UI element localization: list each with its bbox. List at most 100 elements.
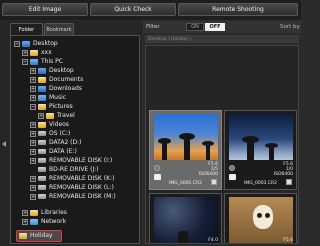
expand-icon[interactable]: + [30,175,36,182]
iso-value: ISO6400 [198,172,218,177]
folder-icon [38,103,46,110]
sort-by-label[interactable]: Sort by [280,24,300,30]
tree-item-label: Libraries [41,209,67,216]
expand-icon[interactable]: + [30,76,36,83]
tree-item-label: DATA2 (D:) [49,139,82,146]
thumbnail-card[interactable]: F5.6 [224,193,297,243]
folder-icon [38,76,46,83]
photo-thumbnail [154,114,218,160]
drive-icon [38,194,46,199]
tree-item-removable-m[interactable]: + REMOVABLE DISK (M:) [30,192,116,201]
tree-item-downloads[interactable]: + Downloads [30,84,82,93]
tree-item-documents[interactable]: + Documents [30,75,83,84]
tree-item-network[interactable]: + Network [22,217,66,226]
tree-silhouette [158,138,171,144]
expand-icon[interactable]: + [30,184,36,191]
tab-folder[interactable]: Folder [10,23,43,35]
collapse-icon[interactable]: − [30,103,36,110]
collapse-panel-arrow-icon[interactable] [2,141,6,147]
expand-icon[interactable]: + [30,193,36,200]
tree-item-libraries[interactable]: + Libraries [22,208,67,217]
folder-icon [19,232,27,239]
edit-image-button[interactable]: Edit Image [2,3,88,16]
tree-item-removable-l[interactable]: + REMOVABLE DISK (L:) [30,183,114,192]
collapse-icon[interactable]: − [22,58,28,65]
expand-icon[interactable]: + [30,130,36,137]
filter-off-button[interactable]: OFF [205,23,225,31]
disc-drive-icon [38,167,46,172]
remote-shooting-button[interactable]: Remote Shooting [178,3,298,16]
expand-icon[interactable]: + [30,139,36,146]
drive-icon [38,176,46,181]
folder-path-bar: Desktop \ Holiday \ [145,35,299,43]
quick-check-button[interactable]: Quick Check [90,3,176,16]
tree-item-pictures[interactable]: − Pictures [30,102,73,111]
expand-icon[interactable]: + [30,67,36,74]
expand-icon[interactable]: + [22,209,28,216]
tree-item-desktop-root[interactable]: − Desktop [14,39,58,48]
expand-icon[interactable]: + [30,157,36,164]
tree-item-travel[interactable]: + Travel [38,111,75,120]
tree-item-label: REMOVABLE DISK (I:) [49,157,113,164]
expand-icon[interactable]: + [30,121,36,128]
thumbnail-card[interactable]: F5.6 1/5 ISO6400 IMG_0001.CR2 [149,110,222,190]
user-folder-icon [30,49,38,56]
thumbnail-grid: F5.6 1/5 ISO6400 IMG_0001.CR2 F5.6 1/0 I… [145,45,299,244]
tree-item-user[interactable]: + xxx [22,48,52,57]
tree-item-desktop[interactable]: + Desktop [30,66,74,75]
tree-item-data-e[interactable]: + DATA (E:) [30,147,77,156]
rating-icon[interactable] [154,165,160,171]
tree-silhouette [265,143,278,148]
tree-item-label: Videos [49,121,69,128]
tree-item-data2-d[interactable]: + DATA2 (D:) [30,138,82,147]
raw-badge-icon [154,174,161,180]
expand-icon[interactable]: + [22,218,28,225]
tree-item-label: REMOVABLE DISK (M:) [49,193,116,200]
expand-icon[interactable]: + [30,148,36,155]
thumbnail-card[interactable]: F4.0 [149,193,222,243]
drive-icon [38,140,46,145]
tree-item-label: DATA (E:) [49,148,77,155]
expand-icon[interactable]: + [30,85,36,92]
tree-item-removable-k[interactable]: + REMOVABLE DISK (K:) [30,174,114,183]
tree-item-label: Holiday [30,232,53,239]
tree-item-label: Music [49,94,67,101]
lemur-eye [265,213,270,218]
computer-icon [30,58,38,65]
tree-item-music[interactable]: + Music [30,93,66,102]
tree-item-removable-i[interactable]: + REMOVABLE DISK (I:) [30,156,112,165]
collapse-icon[interactable]: − [14,40,20,47]
thumbnail-filename: IMG_0001.CR2 [169,181,202,186]
aperture-value: F5.6 [283,238,293,243]
expand-icon[interactable]: + [30,94,36,101]
expand-icon[interactable]: + [22,49,28,56]
tree-item-label: xxx [41,49,52,56]
tree-item-holiday[interactable]: Holiday [19,231,53,240]
tree-silhouette [184,138,190,160]
drive-icon [38,149,46,154]
folder-icon [38,67,46,74]
thumbnail-card[interactable]: F5.6 1/0 ISO6400 IMG_0003.CR2 [224,110,297,190]
tab-bookmark[interactable]: Bookmark [44,23,74,35]
thumbnail-filename: IMG_0003.CR2 [244,181,277,186]
filter-label: Filter [146,24,160,30]
exif-info: F4.0 [208,238,218,243]
lemur-eye [257,213,262,218]
expand-icon[interactable]: + [38,112,44,119]
panel-tabs: Folder Bookmark [10,23,75,35]
tree-item-this-pc[interactable]: − This PC [22,57,63,66]
photo-thumbnail [229,114,293,160]
rating-icon[interactable] [229,165,235,171]
folder-icon [38,85,46,92]
tree-item-bd-re-j[interactable]: BD-RE DRIVE (J:) [30,165,99,174]
tree-item-label: REMOVABLE DISK (L:) [49,184,114,191]
filter-on-button[interactable]: ON [186,23,204,31]
photo-thumbnail [229,197,293,243]
tree-item-videos[interactable]: + Videos [30,120,69,129]
tree-silhouette [178,231,188,243]
tree-silhouette [247,140,254,160]
filter-bar: Filter ON OFF Sort by [143,21,301,33]
tree-item-os-c[interactable]: + OS (C:) [30,129,70,138]
tree-silhouette [206,144,210,160]
tree-item-label: Network [41,218,67,225]
